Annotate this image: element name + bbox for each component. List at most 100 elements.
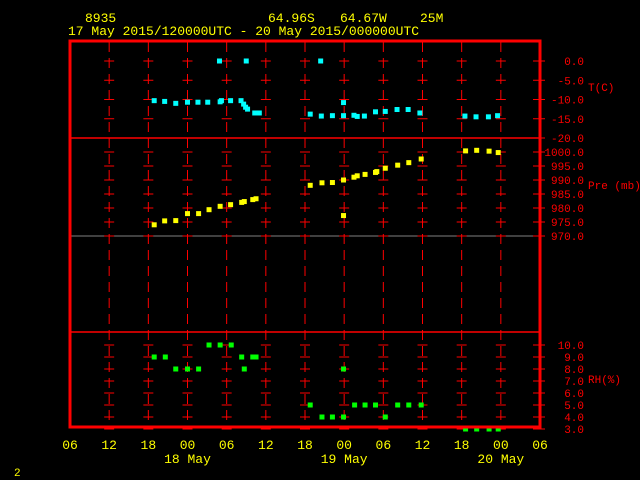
x-tick-label: 06 bbox=[532, 438, 548, 453]
pressure-point bbox=[196, 211, 202, 217]
temperature-point bbox=[405, 107, 411, 113]
relative_humidity-point bbox=[329, 414, 335, 420]
pressure-point bbox=[173, 218, 179, 224]
relative_humidity-point bbox=[418, 402, 424, 408]
pressure-point bbox=[241, 199, 247, 205]
relative_humidity-point bbox=[253, 354, 259, 360]
pressure-point bbox=[406, 160, 412, 166]
relative_humidity-point bbox=[307, 402, 313, 408]
relative_humidity-point bbox=[362, 402, 368, 408]
relative_humidity-point bbox=[241, 366, 247, 372]
x-tick-label: 12 bbox=[258, 438, 274, 453]
relative_humidity-point bbox=[239, 354, 245, 360]
pressure-tick-label: 985.0 bbox=[551, 190, 584, 202]
x-tick-label: 00 bbox=[180, 438, 196, 453]
temperature-point bbox=[173, 100, 179, 106]
pressure-tick-label: 970.0 bbox=[551, 232, 584, 244]
temperature-point bbox=[318, 113, 324, 119]
pressure-point bbox=[382, 165, 388, 171]
temperature-point bbox=[256, 110, 262, 116]
temperature-point bbox=[341, 113, 347, 119]
pressure-point bbox=[374, 169, 380, 175]
x-tick-label: 12 bbox=[415, 438, 431, 453]
pressure-point bbox=[217, 203, 223, 209]
grid bbox=[70, 42, 545, 430]
station-elev: 25M bbox=[420, 11, 443, 26]
relative_humidity-point bbox=[395, 402, 401, 408]
relative_humidity-tick-label: 6.0 bbox=[564, 389, 584, 401]
temperature-point bbox=[394, 107, 400, 113]
temperature-tick-label: -10.0 bbox=[551, 96, 584, 108]
pressure-point bbox=[162, 218, 168, 224]
x-tick-label: 06 bbox=[219, 438, 235, 453]
relative_humidity-point bbox=[173, 366, 179, 372]
pressure-axis-title: Pre (mb) bbox=[588, 181, 640, 193]
x-tick-label: 06 bbox=[376, 438, 392, 453]
relative_humidity-point bbox=[162, 354, 168, 360]
temperature-point bbox=[218, 98, 224, 104]
temperature-point bbox=[185, 99, 190, 105]
x-tick-label: 00 bbox=[336, 438, 352, 453]
pressure-point bbox=[329, 180, 335, 186]
x-tick-label: 06 bbox=[62, 438, 78, 453]
relative_humidity-point bbox=[373, 402, 378, 408]
relative_humidity-point bbox=[185, 366, 190, 372]
temperature-tick-label: -15.0 bbox=[551, 115, 584, 127]
relative_humidity-point bbox=[217, 342, 223, 348]
relative_humidity-axis-title: RH(%) bbox=[588, 375, 621, 387]
relative_humidity-point bbox=[196, 366, 202, 372]
relative_humidity-point bbox=[341, 414, 347, 420]
temperature-point bbox=[151, 98, 157, 104]
temperature-point bbox=[354, 113, 360, 119]
date-label: 20 May bbox=[477, 452, 524, 467]
data-points bbox=[151, 58, 501, 432]
temperature-point bbox=[341, 100, 347, 106]
relative_humidity-point bbox=[406, 402, 412, 408]
relative_humidity-tick-label: 7.0 bbox=[564, 377, 584, 389]
temperature-point bbox=[205, 99, 211, 105]
temperature-point bbox=[361, 113, 367, 119]
relative_humidity-point bbox=[151, 354, 157, 360]
date-label: 19 May bbox=[321, 452, 368, 467]
relative_humidity-point bbox=[319, 414, 325, 420]
pressure-point bbox=[486, 148, 492, 154]
pressure-point bbox=[253, 196, 259, 202]
pressure-tick-label: 975.0 bbox=[551, 218, 584, 230]
pressure-point bbox=[151, 222, 157, 228]
temperature-point bbox=[462, 113, 468, 119]
temperature-point bbox=[195, 99, 201, 105]
relative_humidity-point bbox=[228, 342, 234, 348]
x-tick-label: 00 bbox=[493, 438, 509, 453]
meteogram: 0.0 -5.0 -10.0 -15.0 -20.0 T(C) 1000.0 995.0 990… bbox=[14, 11, 640, 480]
relative_humidity-point bbox=[206, 342, 212, 348]
pressure-tick-label: 995.0 bbox=[551, 162, 584, 174]
relative_humidity-tick-label: 10.0 bbox=[558, 341, 584, 353]
pressure-point bbox=[362, 171, 368, 177]
pressure-tick-label: 980.0 bbox=[551, 204, 584, 216]
temperature-point bbox=[382, 108, 388, 114]
x-tick-label: 12 bbox=[101, 438, 117, 453]
temperature-point bbox=[216, 58, 222, 64]
relative_humidity-tick-label: 5.0 bbox=[564, 401, 584, 413]
pressure-point bbox=[341, 213, 347, 219]
temperature-point bbox=[228, 98, 234, 104]
date-label: 18 May bbox=[164, 452, 211, 467]
temperature-point bbox=[473, 114, 479, 120]
temperature-point bbox=[495, 113, 501, 119]
temperature-point bbox=[307, 111, 313, 117]
temperature-tick-label: -5.0 bbox=[558, 76, 584, 88]
pressure-point bbox=[341, 177, 347, 183]
page-number: 2 bbox=[14, 468, 21, 480]
relative_humidity-point bbox=[341, 366, 347, 372]
x-tick-label: 18 bbox=[297, 438, 313, 453]
relative_humidity-tick-label: 8.0 bbox=[564, 365, 584, 377]
temperature-point bbox=[329, 113, 335, 119]
pressure-point bbox=[228, 202, 234, 208]
temperature-point bbox=[252, 110, 258, 116]
pressure-point bbox=[418, 156, 424, 162]
pressure-point bbox=[206, 207, 212, 213]
relative_humidity-tick-label: 3.0 bbox=[564, 425, 584, 437]
pressure-tick-label: 990.0 bbox=[551, 176, 584, 188]
temperature-point bbox=[417, 110, 423, 116]
pressure-point bbox=[395, 162, 401, 168]
